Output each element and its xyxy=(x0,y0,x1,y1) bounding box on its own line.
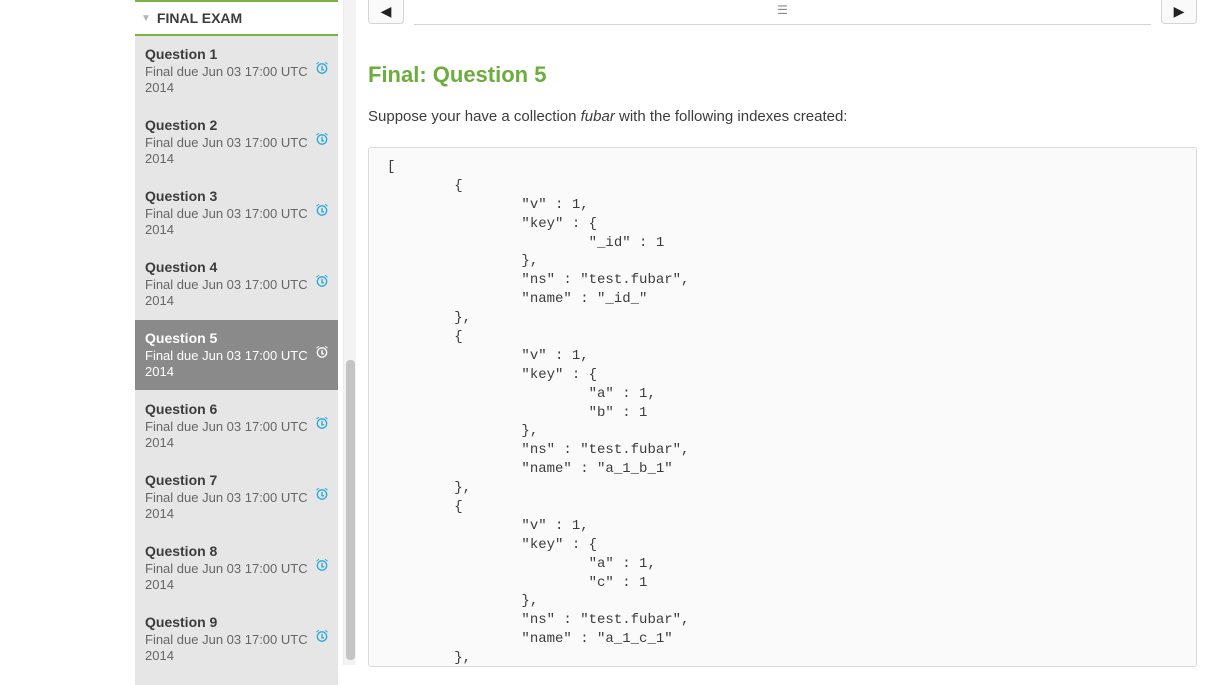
scrollbar-track[interactable] xyxy=(343,0,356,665)
question-due: Final due Jun 03 17:00 UTC 2014 xyxy=(145,419,308,452)
code-block: [ { "v" : 1, "key" : { "_id" : 1 }, "ns"… xyxy=(368,147,1197,667)
question-prompt: Suppose your have a collection fubar wit… xyxy=(368,108,1197,125)
question-due: Final due Jun 03 17:00 UTC 2014 xyxy=(145,348,308,381)
sidebar-item-question-10[interactable]: Question 10Final due Jun 03 17:00 UTC 20… xyxy=(135,675,338,685)
prompt-collection-name: fubar xyxy=(581,108,615,125)
alarm-icon xyxy=(314,274,330,295)
question-title: Question 9 xyxy=(145,614,308,632)
toolbar-center: ☰ xyxy=(414,1,1151,25)
sidebar-item-question-6[interactable]: Question 6Final due Jun 03 17:00 UTC 201… xyxy=(135,391,338,462)
question-due: Final due Jun 03 17:00 UTC 2014 xyxy=(145,206,308,239)
sidebar-item-question-9[interactable]: Question 9Final due Jun 03 17:00 UTC 201… xyxy=(135,604,338,675)
question-title: Question 6 xyxy=(145,401,308,419)
alarm-icon xyxy=(314,132,330,153)
alarm-icon xyxy=(314,345,330,366)
question-title: Question 5 xyxy=(145,330,308,348)
sidebar-item-question-3[interactable]: Question 3Final due Jun 03 17:00 UTC 201… xyxy=(135,178,338,249)
topbar: ◀ ☰ ▶ xyxy=(368,0,1197,26)
scrollbar-thumb[interactable] xyxy=(346,360,355,660)
arrow-right-icon: ▶ xyxy=(1174,3,1185,20)
prev-button[interactable]: ◀ xyxy=(368,0,404,24)
sidebar-item-question-1[interactable]: Question 1Final due Jun 03 17:00 UTC 201… xyxy=(135,36,338,107)
question-title: Question 8 xyxy=(145,543,308,561)
question-title: Question 7 xyxy=(145,472,308,490)
sidebar-item-question-5[interactable]: Question 5Final due Jun 03 17:00 UTC 201… xyxy=(135,320,338,391)
next-button[interactable]: ▶ xyxy=(1161,0,1197,24)
sidebar: ▼ FINAL EXAM Question 1Final due Jun 03 … xyxy=(0,0,338,685)
prompt-text-suffix: with the following indexes created: xyxy=(615,108,848,125)
section-header[interactable]: ▼ FINAL EXAM xyxy=(135,0,338,36)
alarm-icon xyxy=(314,487,330,508)
alarm-icon xyxy=(314,416,330,437)
question-title: Question 4 xyxy=(145,259,308,277)
question-due: Final due Jun 03 17:00 UTC 2014 xyxy=(145,561,308,594)
question-due: Final due Jun 03 17:00 UTC 2014 xyxy=(145,632,308,665)
list-icon[interactable]: ☰ xyxy=(777,3,788,17)
sidebar-item-question-2[interactable]: Question 2Final due Jun 03 17:00 UTC 201… xyxy=(135,107,338,178)
question-title: Question 3 xyxy=(145,188,308,206)
question-due: Final due Jun 03 17:00 UTC 2014 xyxy=(145,64,308,97)
question-due: Final due Jun 03 17:00 UTC 2014 xyxy=(145,490,308,523)
alarm-icon xyxy=(314,203,330,224)
caret-down-icon: ▼ xyxy=(141,13,151,24)
question-title: Question 2 xyxy=(145,117,308,135)
sidebar-item-question-8[interactable]: Question 8Final due Jun 03 17:00 UTC 201… xyxy=(135,533,338,604)
section-title: FINAL EXAM xyxy=(157,10,242,26)
question-title: Question 1 xyxy=(145,46,308,64)
alarm-icon xyxy=(314,61,330,82)
sidebar-item-question-7[interactable]: Question 7Final due Jun 03 17:00 UTC 201… xyxy=(135,462,338,533)
alarm-icon xyxy=(314,558,330,579)
question-due: Final due Jun 03 17:00 UTC 2014 xyxy=(145,277,308,310)
question-list: Question 1Final due Jun 03 17:00 UTC 201… xyxy=(135,36,338,685)
sidebar-item-question-4[interactable]: Question 4Final due Jun 03 17:00 UTC 201… xyxy=(135,249,338,320)
alarm-icon xyxy=(314,629,330,650)
main-content: ◀ ☰ ▶ Final: Question 5 Suppose your hav… xyxy=(356,0,1207,685)
sidebar-scroll-gutter xyxy=(338,0,356,685)
arrow-left-icon: ◀ xyxy=(381,3,392,20)
prompt-text-prefix: Suppose your have a collection xyxy=(368,108,581,125)
question-due: Final due Jun 03 17:00 UTC 2014 xyxy=(145,135,308,168)
page-title: Final: Question 5 xyxy=(368,62,1197,88)
